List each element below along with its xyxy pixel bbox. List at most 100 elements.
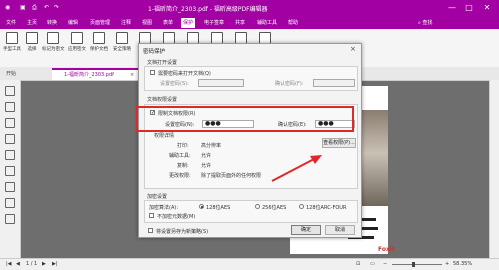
print-icon[interactable]: ⎙ [32, 4, 37, 12]
mark-redaction-button[interactable]: 标记为密文 [42, 32, 65, 52]
zoom-level[interactable]: 58.35% [453, 261, 472, 267]
maximize-button[interactable]: □ [463, 2, 475, 14]
print-permission-label: 打印: [177, 143, 189, 149]
save-policy-label: 将设置另存为新策略(S) [156, 229, 209, 235]
minimize-button[interactable]: — [446, 2, 458, 14]
security-policy-button[interactable]: 安全策略 [111, 32, 133, 52]
right-sidebar [489, 80, 499, 258]
undo-icon[interactable]: ↶ [44, 4, 49, 11]
redo-icon[interactable]: ↷ [54, 4, 59, 11]
close-window-button[interactable]: ✕ [481, 2, 493, 14]
menu-e-signature[interactable]: 电子签章 [204, 19, 224, 26]
open-settings-heading: 文档打开设置 [147, 60, 178, 66]
menu-view[interactable]: 视图 [142, 19, 152, 26]
zoom-slider-handle[interactable] [412, 262, 415, 267]
print-permission-value: 高分辨率 [201, 143, 222, 149]
window-title: 1-福昕简介_2303.pdf - 福昕高级PDF编辑器 [148, 6, 268, 13]
shield-icon [116, 32, 128, 44]
menu-help[interactable]: 帮助 [288, 19, 298, 26]
menu-protect[interactable]: 保护 [181, 18, 196, 28]
menu-share[interactable]: 共享 [235, 19, 245, 26]
hand-tool-button[interactable]: 手型工具 [1, 32, 23, 52]
redact-mark-icon [47, 32, 59, 44]
save-icon[interactable]: ▣ [20, 4, 26, 11]
zoom-slider[interactable] [392, 264, 442, 265]
single-page-icon[interactable]: ▭ [370, 261, 375, 267]
open-password-input[interactable] [198, 79, 244, 87]
signature-panel-icon[interactable] [5, 182, 15, 192]
arc-four-label: 128位ARC-FOUR [306, 205, 347, 211]
radio-aes-128[interactable] [199, 204, 204, 209]
title-bar: ◉ ▣ ⎙ ↶ ↷ 1-福昕简介_2303.pdf - 福昕高级PDF编辑器 —… [0, 0, 499, 17]
status-bar: |◀ ◀ 1 / 1 ▶ ▶| ⊡ ▭ − + 58.35% [0, 258, 499, 270]
security-policy-label: 安全策略 [113, 47, 131, 52]
open-settings-group: 需要密码来打开文档(Q) 设置密码(S): 确认密码(F): [144, 66, 358, 91]
apply-redaction-button[interactable]: 应用密文 [66, 32, 88, 52]
encryption-settings-group: 加密算法(A): 128位AES 256位AES 128位ARC-FOUR 不加… [144, 200, 358, 223]
find-label: 查找 [422, 20, 433, 26]
view-permissions-button[interactable]: 查看权限(P)... [322, 138, 356, 148]
ok-button[interactable]: 确定 [291, 225, 321, 235]
encryption-settings-heading: 加密设置 [147, 194, 168, 200]
no-metadata-encryption-checkbox[interactable] [149, 213, 154, 218]
radio-aes-256[interactable] [255, 204, 260, 209]
menu-comment[interactable]: 注释 [121, 19, 131, 26]
tab-close-icon[interactable]: × [130, 70, 134, 80]
copy-permission-label: 复制: [177, 163, 189, 169]
foxit-logo: Foxit [378, 246, 395, 253]
apply-redaction-label: 应用密文 [68, 47, 86, 52]
algorithm-label: 加密算法(A): [149, 205, 179, 211]
first-page-icon[interactable]: |◀ [6, 261, 12, 267]
radio-arc-four[interactable] [299, 204, 304, 209]
prev-page-icon[interactable]: ◀ [16, 261, 20, 267]
tab-start[interactable]: 开始 [6, 70, 16, 77]
open-confirm-input[interactable] [313, 79, 355, 87]
next-page-icon[interactable]: ▶ [42, 261, 46, 267]
highlight-box [136, 106, 354, 132]
content-icon[interactable] [5, 214, 15, 224]
hand-icon [6, 32, 18, 44]
menu-page-management[interactable]: 页面管理 [90, 19, 110, 26]
layers-icon[interactable] [5, 134, 15, 144]
zoom-in-icon[interactable]: + [445, 261, 449, 267]
no-metadata-encryption-label: 不加密元数据(M) [157, 214, 196, 220]
comment-icon[interactable] [5, 150, 15, 160]
thumbnail-icon[interactable] [5, 118, 15, 128]
bookmark-icon[interactable] [5, 102, 15, 112]
select-button[interactable]: 选择 [21, 32, 43, 52]
find-button[interactable]: ⌕ 查找 [418, 19, 432, 26]
select-label: 选择 [27, 47, 37, 52]
tag-icon[interactable] [5, 198, 15, 208]
menu-accessibility[interactable]: 辅助工具 [257, 19, 277, 26]
annotation-arrow [271, 155, 322, 182]
zoom-out-icon[interactable]: − [383, 261, 387, 267]
fit-page-icon[interactable]: ⊡ [356, 261, 360, 267]
hand-icon[interactable] [5, 86, 15, 96]
last-page-icon[interactable]: ▶| [52, 261, 58, 267]
close-icon[interactable]: × [350, 45, 356, 53]
save-policy-checkbox[interactable] [148, 228, 153, 233]
menu-edit[interactable]: 编辑 [68, 19, 78, 26]
menu-file[interactable]: 文件 [6, 19, 16, 26]
aes-256-label: 256位AES [262, 205, 287, 211]
app-logo-icon: ◉ [5, 4, 11, 11]
menu-convert[interactable]: 转换 [47, 19, 57, 26]
hand-tool-label: 手型工具 [3, 47, 21, 52]
menu-form[interactable]: 表单 [163, 19, 173, 26]
dialog-title: 密码保护 [143, 49, 166, 55]
accessibility-permission-label: 辅助工具: [169, 153, 191, 159]
permission-details-heading: 权限详情 [154, 133, 175, 139]
tab-document[interactable]: 1-福昕简介_2303.pdf × [52, 68, 140, 80]
cancel-button[interactable]: 取消 [325, 225, 355, 235]
attachment-icon[interactable] [5, 166, 15, 176]
cursor-icon [26, 32, 38, 44]
copy-permission-value: 允许 [201, 163, 212, 169]
search-icon: ⌕ [418, 20, 421, 26]
mark-redaction-label: 标记为密文 [42, 47, 65, 52]
menu-home[interactable]: 主页 [27, 19, 37, 26]
menu-bar: 文件 主页 转换 编辑 页面管理 注释 视图 表单 保护 电子签章 共享 辅助工… [0, 17, 499, 29]
protect-document-button[interactable]: 保护文档 [88, 32, 110, 52]
require-open-password-checkbox[interactable] [150, 70, 155, 75]
page-indicator[interactable]: 1 / 1 [26, 261, 37, 267]
require-open-password-label: 需要密码来打开文档(Q) [158, 71, 211, 77]
